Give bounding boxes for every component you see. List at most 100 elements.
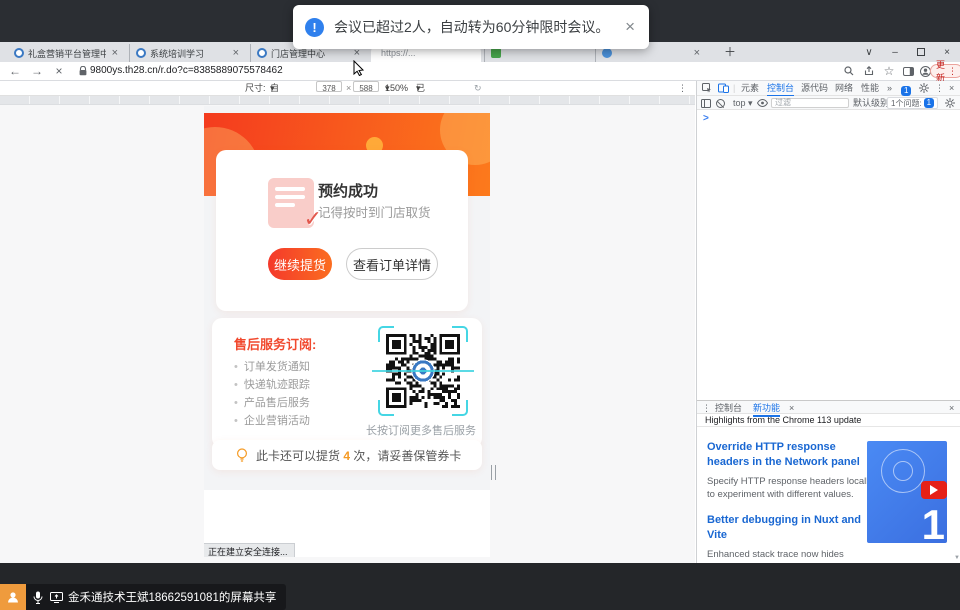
devtools-settings-icon[interactable] — [919, 81, 929, 93]
tab-training[interactable]: 系统培训学习 × — [129, 44, 247, 62]
devtools-tab-network[interactable]: 网络 — [835, 81, 853, 95]
devtools-tab-sources[interactable]: 源代码 — [801, 81, 828, 95]
tab-search-icon[interactable]: ∨ — [858, 42, 880, 62]
whats-new-article-body: Specify HTTP response headers locally to… — [707, 475, 881, 503]
device-toolbar-menu-icon[interactable]: ⋮ — [678, 81, 687, 95]
screen-share-text: 金禾通技术王斌18662591081的屏幕共享 — [68, 589, 276, 605]
device-emulation-toolbar: 尺寸: 自适应 ▾ 378 × 588 150% ▾ 已停用节流模式 ▾ ↻ ⋮ — [0, 81, 695, 96]
whats-new-article-title[interactable]: Better debugging in Nuxt and Vite — [707, 513, 879, 543]
console-context-select[interactable]: top ▾ — [733, 96, 753, 110]
forward-button[interactable]: → — [28, 62, 46, 80]
tab-close-icon[interactable]: × — [231, 47, 241, 59]
divider: | — [733, 81, 735, 95]
whats-new-article-body: Enhanced stack trace now hides irrelevan… — [707, 548, 881, 563]
devtools-tab-elements[interactable]: 元素 — [741, 81, 759, 95]
presenter-avatar-icon — [0, 584, 26, 610]
caret-down-icon: ▾ — [270, 81, 275, 95]
success-subtitle: 记得按时到门店取货 — [318, 202, 431, 221]
tab-title: 礼盒营销平台管理中心 — [28, 47, 106, 60]
stop-loading-button[interactable]: × — [50, 62, 68, 80]
drawer-tab-bar: ⋮ 控制台 新功能 × × — [697, 401, 960, 414]
zoom-icon[interactable] — [840, 62, 858, 80]
clear-console-icon[interactable] — [716, 98, 725, 112]
caret-down-icon: ▾ — [416, 81, 421, 95]
reservation-success-card: ✓ 预约成功 记得按时到门店取货 继续提货 查看订单详情 — [216, 150, 468, 311]
console-prompt-icon[interactable]: > — [703, 113, 709, 124]
multiply-label: × — [346, 81, 351, 95]
scrollbar-arrow-icon[interactable]: ▼ — [954, 555, 960, 561]
view-order-button[interactable]: 查看订单详情 — [346, 248, 438, 280]
mouse-cursor — [353, 60, 365, 76]
device-height-input[interactable]: 588 — [353, 81, 379, 92]
tab-gift-admin[interactable]: 礼盒营销平台管理中心 × — [8, 44, 126, 62]
side-panel-icon[interactable] — [899, 62, 917, 80]
list-item: •企业营销活动 — [234, 412, 310, 428]
devtools-tab-console[interactable]: 控制台 — [767, 81, 794, 97]
inspect-element-icon[interactable] — [702, 81, 712, 93]
chrome-update-button[interactable]: 更新 ⋮ — [930, 64, 960, 78]
shared-screen: 礼盒营销平台管理中心 × 系统培训学习 × 门店管理中心 × https://.… — [0, 0, 960, 610]
subscribe-title: 售后服务订阅: — [234, 334, 316, 353]
youtube-play-icon[interactable] — [921, 481, 947, 499]
toast-message: 会议已超过2人，自动转为60分钟限时会议。 — [334, 17, 613, 37]
bookmark-star-icon[interactable]: ☆ — [880, 62, 898, 80]
new-tab-button[interactable]: ＋ — [722, 45, 738, 61]
whats-new-article-title[interactable]: Override HTTP response headers in the Ne… — [707, 440, 879, 470]
document-icon: ✓ — [268, 178, 314, 228]
site-favicon-icon — [257, 48, 267, 58]
device-toolbar-toggle-icon[interactable] — [718, 81, 729, 93]
share-icon[interactable] — [860, 62, 878, 80]
drawer-tab-whats-new[interactable]: 新功能 — [753, 401, 780, 417]
after-sales-card: 售后服务订阅: •订单发货通知 •快递轨迹跟踪 •产品售后服务 •企业营销活动 … — [212, 318, 482, 448]
site-favicon-icon — [136, 48, 146, 58]
subscribe-qr-code[interactable] — [378, 326, 468, 416]
window-minimize-button[interactable]: – — [884, 42, 906, 62]
site-favicon-icon — [602, 48, 612, 58]
emulated-page: ✓ 预约成功 记得按时到门店取货 继续提货 查看订单详情 售后服务订阅: •订单… — [204, 106, 490, 557]
caret-down-icon: ▾ — [385, 81, 390, 95]
device-resize-handle-east[interactable] — [491, 465, 496, 480]
chrome-toolbar: ← → × 9800ys.th28.cn/r.do?c=838588907557… — [0, 62, 960, 81]
issues-badge[interactable]: 1 — [901, 83, 911, 97]
back-button[interactable]: ← — [6, 62, 24, 80]
bullet-icon: • — [234, 361, 238, 373]
console-sidebar-icon[interactable] — [701, 96, 711, 108]
maximize-icon — [917, 48, 925, 56]
site-favicon-icon — [491, 48, 501, 58]
rotate-device-icon[interactable]: ↻ — [474, 81, 482, 95]
tab-close-icon[interactable]: × — [692, 47, 702, 59]
console-settings-icon[interactable] — [945, 96, 955, 108]
window-maximize-button[interactable] — [910, 42, 932, 62]
size-label: 尺寸: — [245, 81, 266, 95]
screen-share-icon — [50, 592, 63, 603]
bullet-icon: • — [234, 415, 238, 427]
devtools-panel: | 元素 控制台 源代码 网络 性能 » 1 ⋮ × top ▾ 过滤 默认级别 — [696, 81, 960, 563]
artwork-number: 1 — [922, 501, 945, 543]
lightbulb-icon — [236, 448, 248, 463]
live-expression-eye-icon[interactable] — [757, 96, 768, 107]
meeting-toast: ! 会议已超过2人，自动转为60分钟限时会议。 × — [293, 5, 649, 49]
tab-title: 系统培训学习 — [150, 47, 227, 60]
address-bar[interactable]: 9800ys.th28.cn/r.do?c=8385889075578462 — [90, 62, 283, 80]
devtools-menu-kebab-icon[interactable]: ⋮ — [935, 81, 944, 95]
drawer-menu-kebab-icon[interactable]: ⋮ — [702, 401, 711, 415]
bullet-icon: • — [234, 379, 238, 391]
devtools-tab-bar: | 元素 控制台 源代码 网络 性能 » 1 ⋮ × — [697, 81, 960, 96]
continue-pickup-button[interactable]: 继续提货 — [268, 248, 332, 280]
issues-counter[interactable]: 1个问题: 1 — [887, 97, 938, 109]
tab-close-icon[interactable]: × — [110, 47, 120, 59]
devtools-drawer: ⋮ 控制台 新功能 × × Highlights from the Chrome… — [697, 400, 960, 563]
toast-close-icon[interactable]: × — [623, 17, 637, 37]
qr-caption: 长按订阅更多售后服务 — [316, 422, 476, 438]
drawer-close-icon[interactable]: × — [949, 401, 954, 415]
info-icon: ! — [305, 18, 324, 37]
devtools-tab-performance[interactable]: 性能 — [861, 81, 879, 95]
console-filter-input[interactable]: 过滤 — [771, 98, 849, 108]
drawer-tab-close-icon[interactable]: × — [789, 401, 794, 415]
device-width-input[interactable]: 378 — [316, 81, 342, 92]
device-ruler — [0, 96, 695, 105]
drawer-tab-console[interactable]: 控制台 — [715, 401, 742, 415]
whats-new-header: Highlights from the Chrome 113 update — [697, 414, 960, 427]
devtools-close-icon[interactable]: × — [949, 81, 954, 95]
more-tabs-icon[interactable]: » — [887, 81, 892, 95]
